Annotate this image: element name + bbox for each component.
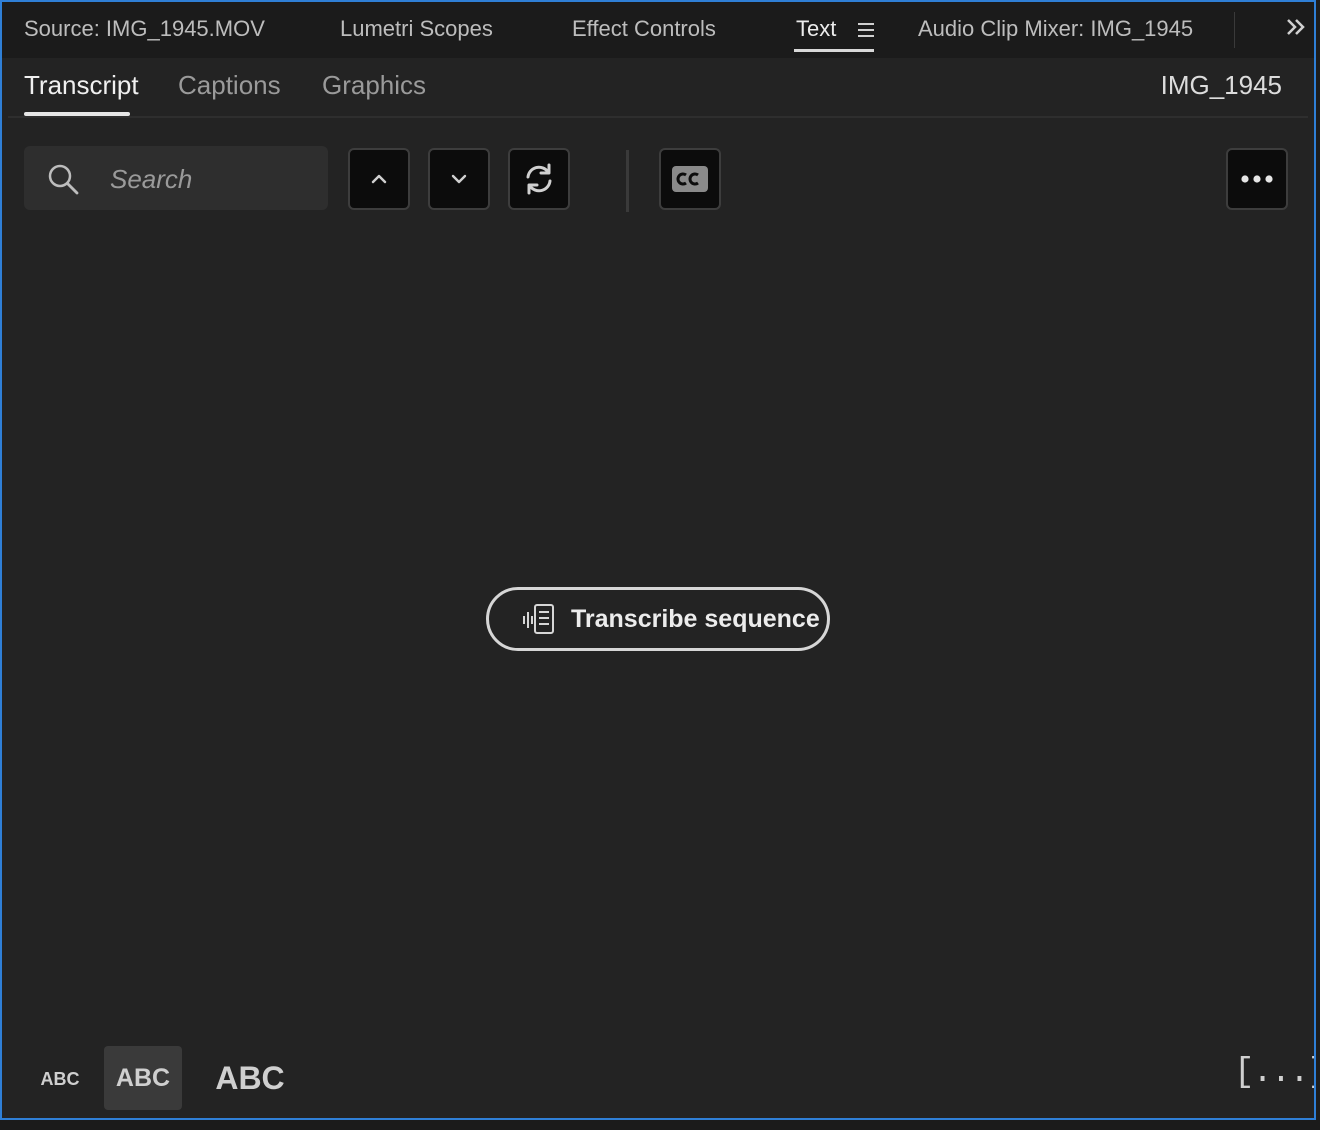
text-subtabs: Transcript Captions Graphics IMG_1945 <box>8 58 1308 118</box>
transcribe-icon <box>521 602 555 636</box>
pause-marker-button[interactable]: [...] <box>1234 1054 1314 1092</box>
active-subtab-indicator <box>24 112 130 116</box>
previous-result-button[interactable] <box>348 148 410 210</box>
tab-divider <box>1234 12 1235 48</box>
panel-tab-bar: Source: IMG_1945.MOV Lumetri Scopes Effe… <box>2 2 1314 58</box>
tab-lumetri-scopes[interactable]: Lumetri Scopes <box>340 16 493 42</box>
replace-button[interactable] <box>508 148 570 210</box>
transcribe-sequence-button[interactable]: Transcribe sequence <box>486 587 830 651</box>
active-tab-indicator <box>794 49 874 52</box>
transcribe-sequence-label: Transcribe sequence <box>571 605 820 633</box>
tab-audio-clip-mixer[interactable]: Audio Clip Mixer: IMG_1945 <box>918 16 1193 42</box>
search-box[interactable] <box>24 146 328 212</box>
double-chevron-right-icon[interactable] <box>1282 14 1310 42</box>
tab-source[interactable]: Source: IMG_1945.MOV <box>24 16 265 42</box>
tab-captions[interactable]: Captions <box>178 70 281 101</box>
clip-name-label: IMG_1945 <box>1160 70 1282 100</box>
font-size-large-button[interactable]: ABC <box>210 1056 290 1100</box>
closed-captions-icon <box>672 166 708 192</box>
next-result-button[interactable] <box>428 148 490 210</box>
search-input[interactable] <box>108 146 322 212</box>
tab-text[interactable]: Text <box>796 16 836 42</box>
tab-effect-controls[interactable]: Effect Controls <box>572 16 716 42</box>
window-bottom-edge <box>0 1120 1320 1130</box>
text-panel: Source: IMG_1945.MOV Lumetri Scopes Effe… <box>0 0 1316 1120</box>
search-icon <box>46 162 80 196</box>
font-size-small-button[interactable]: ABC <box>32 1062 88 1096</box>
more-options-button[interactable] <box>1226 148 1288 210</box>
font-size-medium-button[interactable]: ABC <box>104 1046 182 1110</box>
toolbar-divider <box>626 150 629 212</box>
create-captions-button[interactable] <box>659 148 721 210</box>
more-options-icon <box>1241 175 1273 183</box>
chevron-down-icon <box>451 174 467 184</box>
refresh-icon <box>526 163 552 195</box>
tab-transcript[interactable]: Transcript <box>24 70 139 101</box>
chevron-up-icon <box>371 174 387 184</box>
panel-menu-icon[interactable] <box>858 23 874 37</box>
tab-graphics[interactable]: Graphics <box>322 70 426 101</box>
